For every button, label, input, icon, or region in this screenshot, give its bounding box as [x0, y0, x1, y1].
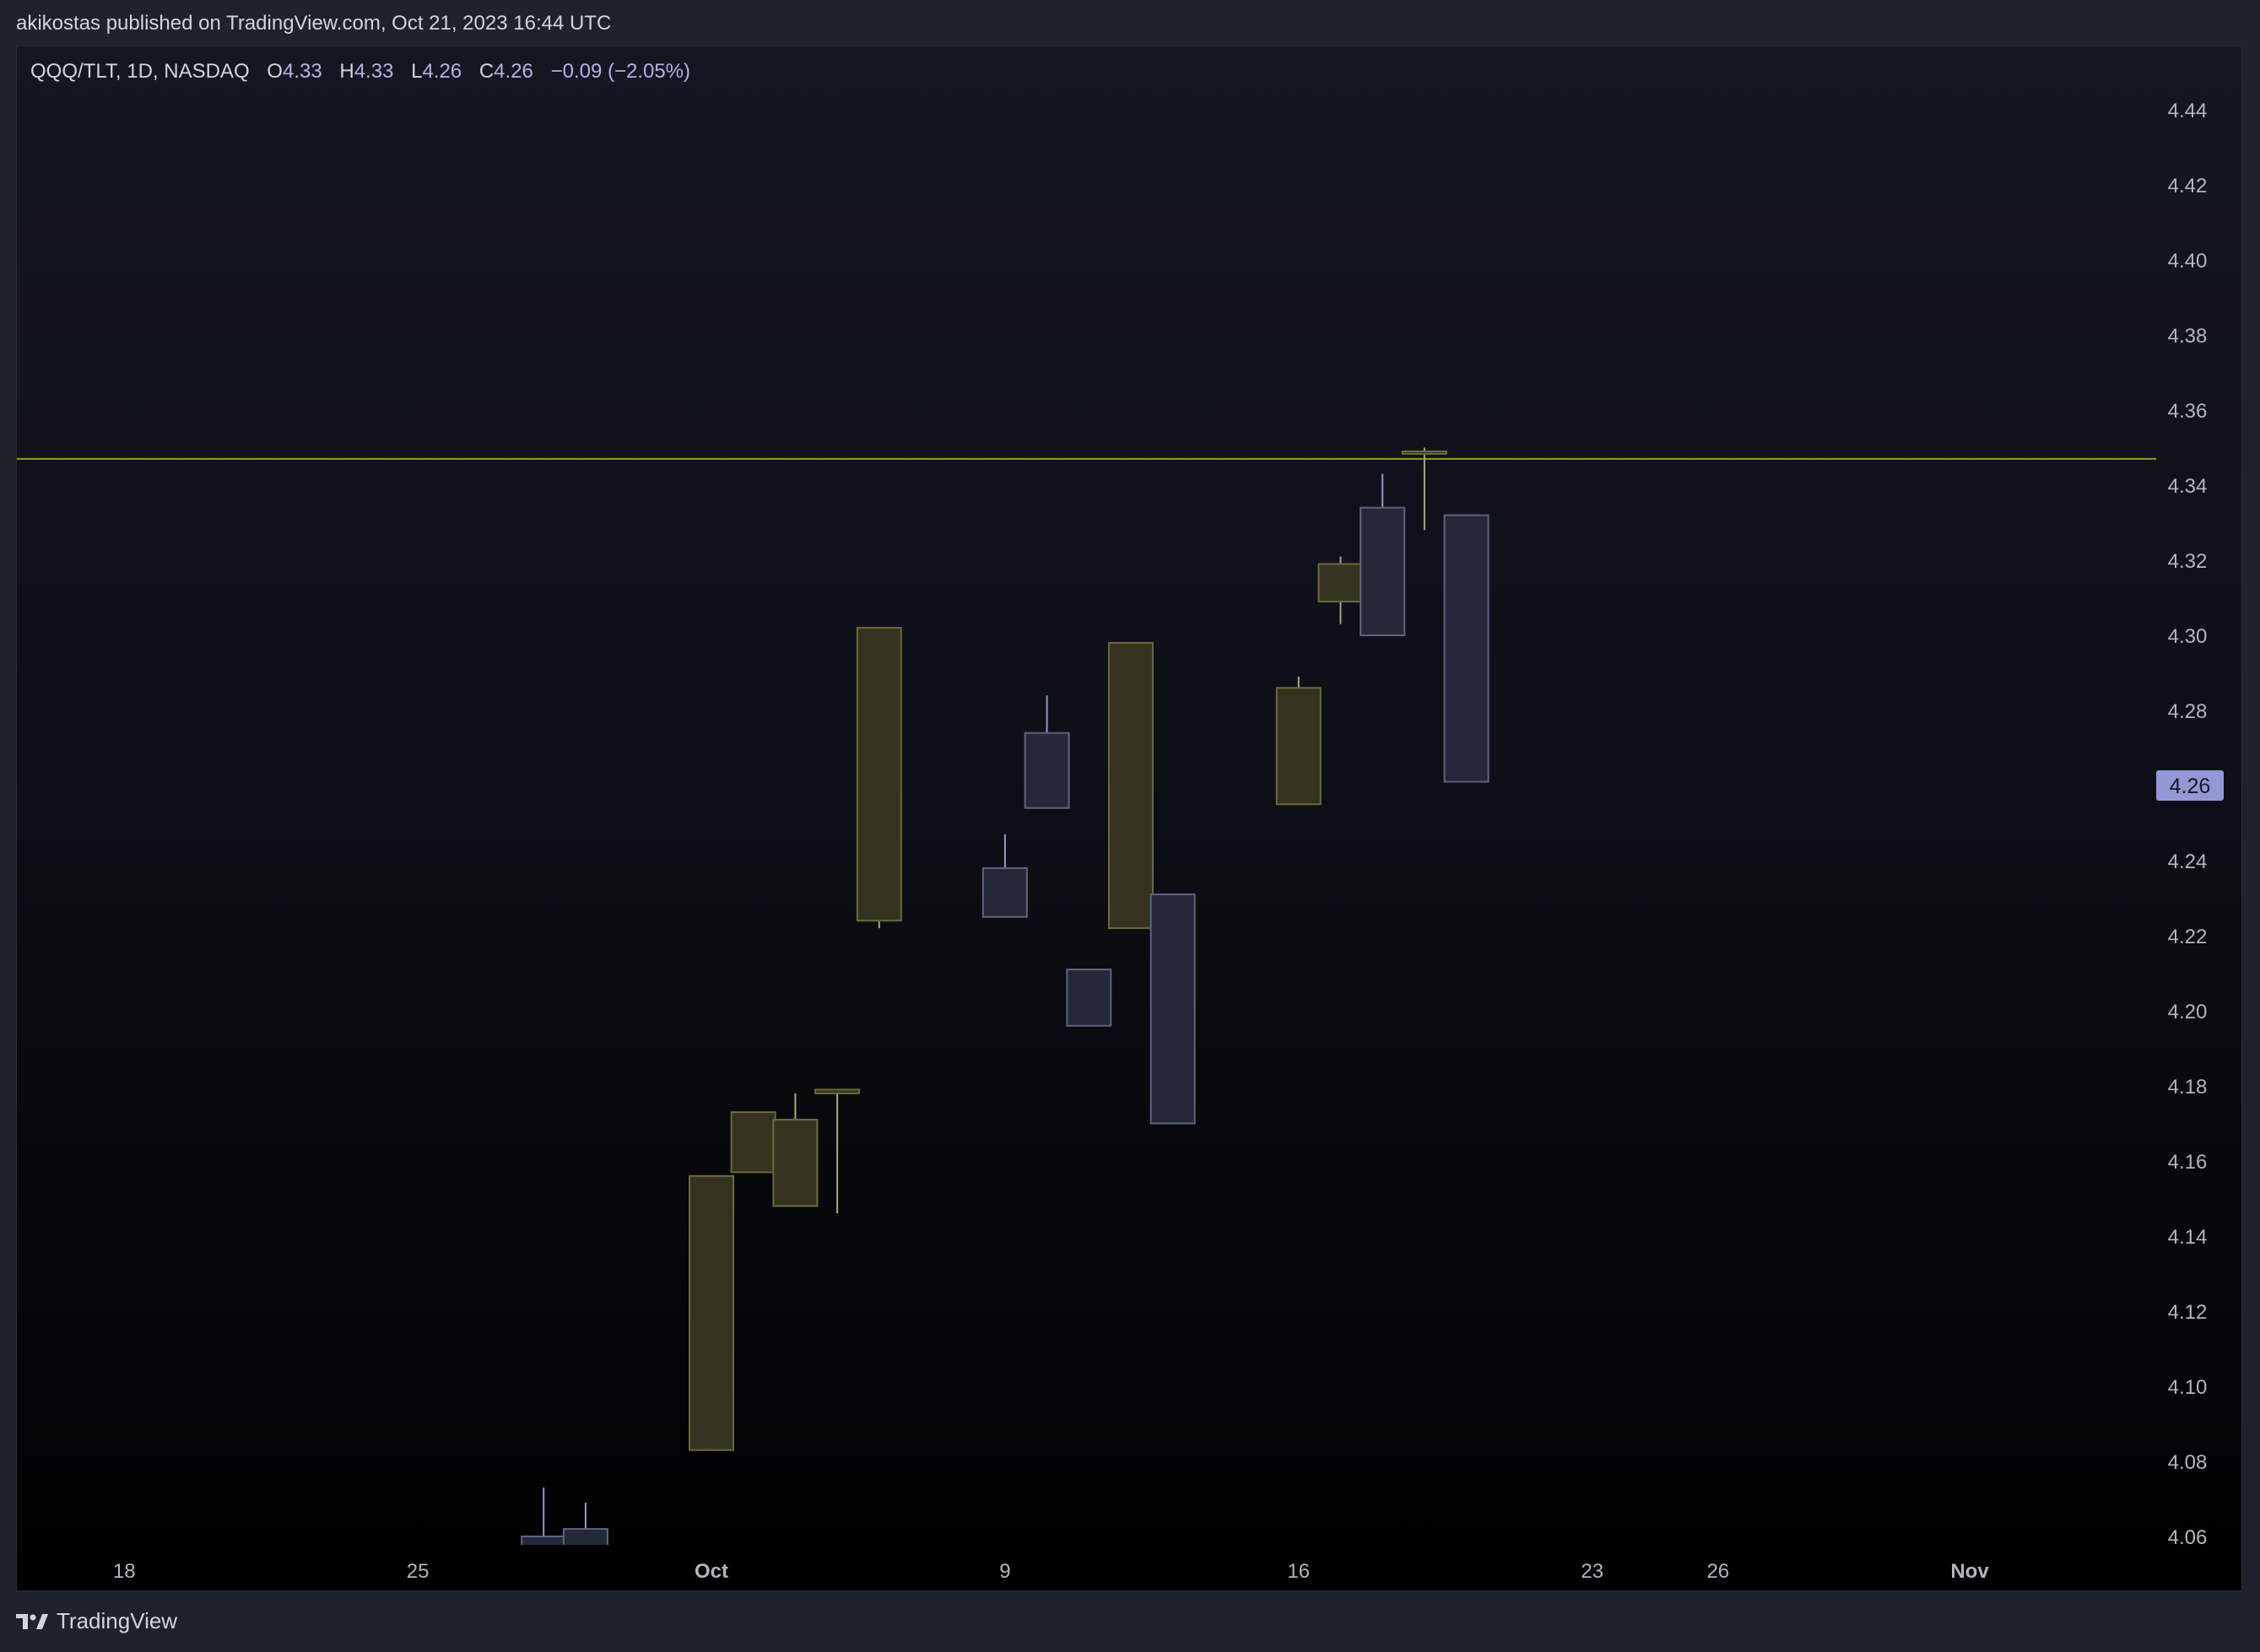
candle[interactable] — [1317, 556, 1364, 624]
x-axis-tick-label: Oct — [695, 1560, 728, 1583]
y-axis-tick-label: 4.36 — [2168, 400, 2208, 423]
candle-body — [1149, 893, 1196, 1125]
y-axis-tick-label: 4.38 — [2168, 325, 2208, 348]
chart-pane[interactable]: 4.06 4.08 4.10 4.12 4.14 4.16 4.18 4.20 4.22 4.24… — [16, 46, 2242, 1591]
last-price-badge-label: 4.26 — [2170, 775, 2211, 798]
candle[interactable] — [1443, 514, 1490, 783]
candle[interactable] — [981, 834, 1028, 918]
legend-open-value: 4.33 — [282, 60, 322, 83]
x-axis-tick-label: 18 — [113, 1560, 136, 1583]
legend-low-value: 4.26 — [422, 60, 462, 83]
legend-low-label: L — [411, 60, 423, 83]
candle[interactable] — [1275, 676, 1322, 806]
tradingview-logo-icon — [16, 1613, 48, 1629]
candle-body — [856, 627, 902, 922]
candle[interactable] — [1066, 969, 1112, 1027]
candle[interactable] — [772, 1093, 819, 1207]
legend-change-value: −0.09 (−2.05%) — [550, 60, 691, 83]
candle-body — [1275, 687, 1322, 806]
candlestick-chart[interactable]: 4.06 4.08 4.10 4.12 4.14 4.16 4.18 4.20 4.22 4.24… — [17, 46, 2241, 1590]
candle[interactable] — [1360, 473, 1406, 637]
y-axis-tick-label: 4.10 — [2168, 1376, 2208, 1399]
y-axis-tick-label: 4.06 — [2168, 1526, 2208, 1549]
y-axis-tick-label: 4.18 — [2168, 1076, 2208, 1099]
candle-body — [1317, 563, 1364, 602]
y-axis-tick-label: 4.40 — [2168, 250, 2208, 273]
y-axis-tick-label: 4.22 — [2168, 926, 2208, 948]
tradingview-logo-text: TradingView — [57, 1608, 178, 1633]
x-axis-tick-label: 23 — [1581, 1560, 1603, 1583]
y-axis-tick-label: 4.30 — [2168, 625, 2208, 648]
candle-body — [521, 1536, 567, 1545]
legend-high-label: H — [339, 60, 354, 83]
published-by-header: akikostas published on TradingView.com, … — [16, 12, 612, 35]
candle[interactable] — [1149, 893, 1196, 1125]
candle-body — [772, 1119, 819, 1207]
legend-close-value: 4.26 — [494, 60, 533, 83]
candle-body — [730, 1111, 776, 1174]
legend-close-label: C — [478, 60, 495, 83]
x-axis-tick-label: Nov — [1950, 1560, 1989, 1583]
y-axis-tick-label: 4.34 — [2168, 475, 2208, 498]
tradingview-logo[interactable]: TradingView — [16, 1608, 177, 1634]
y-axis-tick-label: 4.44 — [2168, 100, 2208, 122]
x-axis-tick-label: 16 — [1287, 1560, 1310, 1583]
y-axis-tick-label: 4.16 — [2168, 1151, 2208, 1174]
last-price-badge: 4.26 — [2156, 770, 2224, 801]
candle-body — [814, 1088, 861, 1094]
candle-body — [1108, 641, 1154, 930]
y-axis-tick-label: 4.12 — [2168, 1301, 2208, 1324]
y-axis-tick-label: 4.42 — [2168, 175, 2208, 197]
legend-symbol[interactable]: QQQ/TLT, 1D, NASDAQ — [30, 60, 250, 83]
candle[interactable] — [521, 1487, 567, 1590]
x-axis-tick-label: 26 — [1706, 1560, 1729, 1583]
candle[interactable] — [1401, 447, 1447, 531]
candle-body — [562, 1528, 608, 1545]
candle[interactable] — [689, 1174, 734, 1451]
legend-open-label: O — [267, 60, 283, 83]
candle-body — [689, 1174, 734, 1451]
y-axis-tick-label: 4.08 — [2168, 1451, 2208, 1474]
y-axis-tick-label: 4.14 — [2168, 1226, 2208, 1249]
candle-body — [1360, 506, 1406, 637]
candle-body — [1401, 450, 1447, 455]
legend-high-value: 4.33 — [354, 60, 394, 83]
y-axis-tick-label: 4.20 — [2168, 1001, 2208, 1023]
symbol-legend: QQQ/TLT, 1D, NASDAQ O4.33 H4.33 L4.26 C4… — [30, 60, 690, 84]
y-axis-tick-label: 4.32 — [2168, 550, 2208, 573]
candle-body — [1066, 969, 1112, 1027]
y-axis-tick-label: 4.24 — [2168, 850, 2208, 873]
y-axis-tick-label: 4.28 — [2168, 700, 2208, 723]
candle-body — [1024, 732, 1070, 809]
x-axis-tick-label: 9 — [999, 1560, 1010, 1583]
candle[interactable] — [1108, 641, 1154, 930]
candle[interactable] — [730, 1111, 776, 1174]
candle[interactable] — [562, 1502, 608, 1574]
candle[interactable] — [856, 627, 902, 929]
candle[interactable] — [814, 1088, 861, 1214]
candle[interactable] — [1024, 695, 1070, 809]
x-axis-tick-label: 25 — [407, 1560, 430, 1583]
candle-body — [1443, 514, 1490, 783]
candle-body — [981, 866, 1028, 918]
